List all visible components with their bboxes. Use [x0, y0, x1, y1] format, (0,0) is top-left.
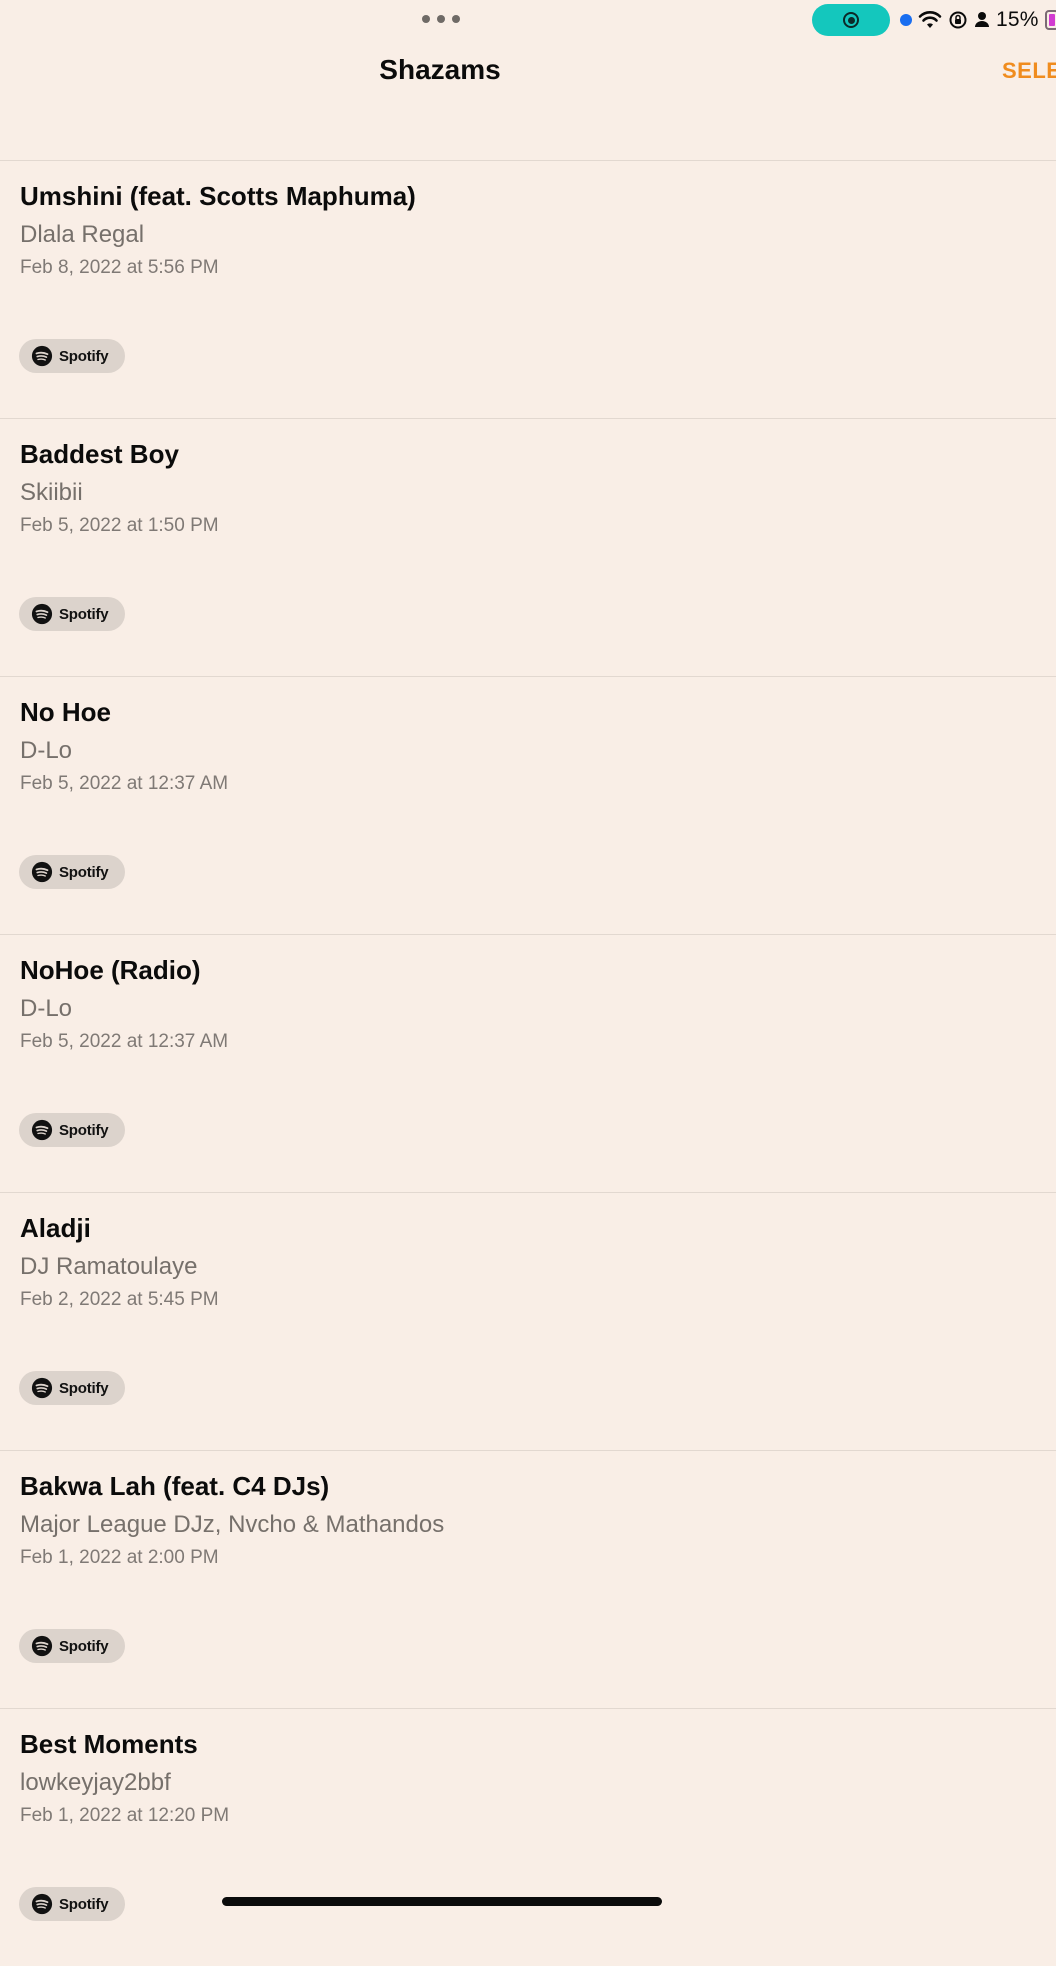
wifi-icon — [918, 11, 942, 28]
song-artist: Major League DJz, Nvcho & Mathandos — [20, 1511, 445, 1538]
spotify-label: Spotify — [59, 1895, 109, 1913]
shazam-date: Feb 5, 2022 at 12:37 AM — [20, 1031, 229, 1052]
song-artist: D-Lo — [20, 995, 73, 1022]
location-dot-icon — [900, 14, 912, 26]
list-item[interactable]: No Hoe D-Lo Feb 5, 2022 at 12:37 AM Spot… — [0, 677, 1056, 935]
battery-icon — [1044, 10, 1056, 30]
song-artist: D-Lo — [20, 737, 73, 764]
list-item[interactable]: Bakwa Lah (feat. C4 DJs) Major League DJ… — [0, 1451, 1056, 1709]
shazam-date: Feb 1, 2022 at 2:00 PM — [20, 1547, 219, 1568]
song-artist: Dlala Regal — [20, 221, 145, 248]
open-in-spotify-button[interactable]: Spotify — [19, 855, 125, 889]
song-title: Best Moments — [20, 1729, 198, 1759]
spotify-label: Spotify — [59, 863, 109, 881]
song-title: Umshini (feat. Scotts Maphuma) — [20, 181, 416, 211]
open-in-spotify-button[interactable]: Spotify — [19, 597, 125, 631]
spotify-label: Spotify — [59, 347, 109, 365]
shazam-date: Feb 5, 2022 at 1:50 PM — [20, 515, 219, 536]
spotify-icon — [31, 345, 53, 367]
open-in-spotify-button[interactable]: Spotify — [19, 1629, 125, 1663]
battery-percentage: 15% — [996, 8, 1039, 31]
home-indicator[interactable] — [222, 1897, 662, 1906]
open-in-spotify-button[interactable]: Spotify — [19, 1113, 125, 1147]
spotify-label: Spotify — [59, 1121, 109, 1139]
song-title: Baddest Boy — [20, 439, 179, 469]
song-title: Aladji — [20, 1213, 91, 1243]
screen-recording-indicator[interactable] — [812, 4, 890, 36]
list-item[interactable]: Baddest Boy Skiibii Feb 5, 2022 at 1:50 … — [0, 419, 1056, 677]
list-item[interactable]: Umshini (feat. Scotts Maphuma) Dlala Reg… — [0, 161, 1056, 419]
orientation-lock-icon — [949, 11, 967, 29]
spotify-icon — [31, 603, 53, 625]
shazam-list: Umshini (feat. Scotts Maphuma) Dlala Reg… — [0, 161, 1056, 1966]
shazam-date: Feb 1, 2022 at 12:20 PM — [20, 1805, 230, 1826]
spotify-icon — [31, 861, 53, 883]
recording-icon — [843, 12, 859, 28]
song-title: No Hoe — [20, 697, 111, 727]
spotify-icon — [31, 1119, 53, 1141]
shazam-date: Feb 2, 2022 at 5:45 PM — [20, 1289, 219, 1310]
person-icon — [975, 12, 989, 27]
song-artist: lowkeyjay2bbf — [20, 1769, 171, 1796]
open-in-spotify-button[interactable]: Spotify — [19, 1887, 125, 1921]
page-title: Shazams — [379, 54, 501, 85]
open-in-spotify-button[interactable]: Spotify — [19, 339, 125, 373]
song-title: Bakwa Lah (feat. C4 DJs) — [20, 1471, 330, 1501]
song-artist: DJ Ramatoulaye — [20, 1253, 198, 1280]
spotify-label: Spotify — [59, 1637, 109, 1655]
spotify-icon — [31, 1635, 53, 1657]
select-button[interactable]: SELE — [1002, 58, 1056, 84]
spotify-icon — [31, 1377, 53, 1399]
song-artist: Skiibii — [20, 479, 83, 506]
spotify-icon — [31, 1893, 53, 1915]
open-in-spotify-button[interactable]: Spotify — [19, 1371, 125, 1405]
list-item[interactable]: NoHoe (Radio) D-Lo Feb 5, 2022 at 12:37 … — [0, 935, 1056, 1193]
list-item[interactable]: Aladji DJ Ramatoulaye Feb 2, 2022 at 5:4… — [0, 1193, 1056, 1451]
shazam-date: Feb 8, 2022 at 5:56 PM — [20, 257, 219, 278]
multitasking-dots-icon[interactable] — [422, 14, 460, 24]
song-title: NoHoe (Radio) — [20, 955, 201, 985]
list-item[interactable]: Best Moments lowkeyjay2bbf Feb 1, 2022 a… — [0, 1709, 1056, 1966]
status-icons: 15% — [900, 6, 1056, 34]
spotify-label: Spotify — [59, 605, 109, 623]
shazam-date: Feb 5, 2022 at 12:37 AM — [20, 773, 229, 794]
spotify-label: Spotify — [59, 1379, 109, 1397]
status-bar: 15% — [0, 0, 1056, 40]
